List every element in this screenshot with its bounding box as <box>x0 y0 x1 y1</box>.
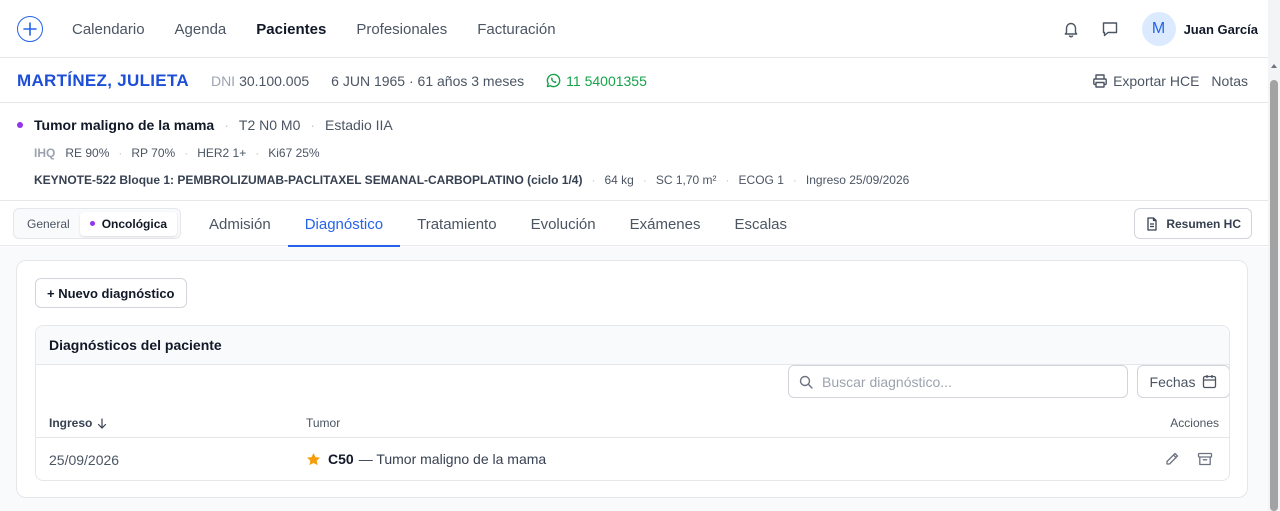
separator: · <box>118 146 123 160</box>
dni-label: DNI <box>210 72 236 89</box>
document-icon <box>1147 216 1157 231</box>
tab-tratamiento[interactable]: Tratamiento <box>400 202 513 246</box>
row-date: 25/09/2026 <box>49 452 120 468</box>
column-acciones: Acciones <box>1170 416 1219 430</box>
date-of-birth: 6 JUN 1965 · 61 años 3 meses <box>331 72 525 89</box>
separator: · <box>792 173 797 187</box>
tabs: Admisión Diagnóstico Tratamiento Evoluci… <box>192 202 805 247</box>
tumor-name: Tumor maligno de la mama <box>34 117 215 133</box>
nav-right: M Juan García <box>1061 0 1258 58</box>
notes-button[interactable]: Notas <box>1211 73 1248 89</box>
dni-value: 30.100.005 <box>239 72 310 89</box>
separator: · <box>224 117 229 133</box>
export-hce-button[interactable]: Exportar HCE <box>1092 73 1199 89</box>
nav-link-facturacion[interactable]: Facturación <box>477 21 555 38</box>
separator: · <box>255 146 260 160</box>
top-navigation: Calendario Agenda Pacientes Profesionale… <box>0 0 1268 58</box>
archive-icon[interactable] <box>1197 451 1213 467</box>
plus-circle-icon[interactable] <box>17 16 43 42</box>
view-segment: General Oncológica <box>13 208 182 239</box>
bell-icon[interactable] <box>1061 19 1081 39</box>
row-tumor-description: — Tumor maligno de la mama <box>358 451 547 467</box>
tab-examenes[interactable]: Exámenes <box>613 202 718 246</box>
row-tumor-code: C50 <box>328 451 354 467</box>
chat-icon[interactable] <box>1100 19 1120 39</box>
search-input[interactable] <box>822 373 1102 390</box>
separator: · <box>591 173 596 187</box>
weight: 64 kg <box>604 173 634 187</box>
body-surface: SC 1,70 m² <box>655 173 717 187</box>
oncology-dot <box>89 221 95 226</box>
pencil-icon[interactable] <box>1164 451 1180 467</box>
table-row[interactable]: 25/09/2026 C50 — Tumor maligno de la mam… <box>36 439 1229 480</box>
tab-admision[interactable]: Admisión <box>192 202 288 246</box>
ihq-ki67: Ki67 25% <box>268 146 320 160</box>
new-diagnosis-button[interactable]: + Nuevo diagnóstico <box>35 278 187 308</box>
ecog: ECOG 1 <box>738 173 784 187</box>
tab-escalas[interactable]: Escalas <box>718 202 805 246</box>
table-header: Ingreso Tumor Acciones <box>36 411 1229 438</box>
nav-link-calendario[interactable]: Calendario <box>72 21 145 38</box>
separator: · <box>184 146 189 160</box>
column-ingreso[interactable]: Ingreso <box>49 416 107 430</box>
tab-diagnostico[interactable]: Diagnóstico <box>287 202 401 247</box>
star-icon[interactable] <box>306 452 321 467</box>
row-actions <box>1147 451 1213 467</box>
segment-oncologica-label: Oncológica <box>101 216 168 231</box>
user-name[interactable]: Juan García <box>1184 22 1258 37</box>
nav-link-agenda[interactable]: Agenda <box>175 21 227 38</box>
calendar-icon <box>1203 375 1217 389</box>
column-tumor: Tumor <box>306 416 341 430</box>
admission-date: Ingreso 25/09/2026 <box>805 173 910 187</box>
page-scrollbar[interactable] <box>1268 0 1280 511</box>
separator: · <box>725 173 730 187</box>
dates-filter-button[interactable]: Fechas <box>1137 365 1229 398</box>
phone-number: 11 54001355 <box>566 72 647 89</box>
patient-header: MARTÍNEZ, JULIETA DNI 30.100.005 6 JUN 1… <box>0 59 1268 103</box>
nav-link-pacientes[interactable]: Pacientes <box>256 21 326 38</box>
ihq-line: IHQ RE 90% · RP 70% · HER2 1+ · Ki67 25% <box>34 146 320 160</box>
segment-oncologica[interactable]: Oncológica <box>79 211 178 236</box>
separator: · <box>642 173 647 187</box>
resumen-hc-button[interactable]: Resumen HC <box>1134 208 1252 239</box>
stage: Estadio IIA <box>325 117 393 133</box>
arrow-down-icon <box>98 417 107 429</box>
ihq-her2: HER2 1+ <box>197 146 247 160</box>
tab-evolucion[interactable]: Evolución <box>514 202 613 246</box>
whatsapp-icon <box>546 73 561 88</box>
whatsapp-phone[interactable]: 11 54001355 <box>546 73 647 89</box>
column-ingreso-label: Ingreso <box>49 416 93 430</box>
diagnosis-summary: Tumor maligno de la mama · T2 N0 M0 · Es… <box>0 104 1268 201</box>
patient-name: MARTÍNEZ, JULIETA <box>17 70 189 90</box>
nav-link-profesionales[interactable]: Profesionales <box>356 21 447 38</box>
scroll-up-arrow-icon[interactable] <box>1271 64 1277 68</box>
search-box[interactable] <box>788 365 1128 398</box>
summary-tumor-line: Tumor maligno de la mama · T2 N0 M0 · Es… <box>17 117 393 133</box>
printer-icon <box>1093 74 1107 88</box>
row-tumor: C50 — Tumor maligno de la mama <box>306 451 546 467</box>
ihq-label: IHQ <box>34 146 56 160</box>
ihq-rp: RP 70% <box>131 146 176 160</box>
panel-title: Diagnósticos del paciente <box>36 326 1229 365</box>
oncology-dot <box>17 122 23 128</box>
dates-label: Fechas <box>1149 373 1196 390</box>
diagnoses-panel: Diagnósticos del paciente Fechas Ingreso… <box>35 325 1230 481</box>
tabs-row: General Oncológica Admisión Diagnóstico … <box>0 202 1268 247</box>
segment-general[interactable]: General <box>17 212 80 236</box>
patient-actions: Exportar HCE Notas <box>1092 59 1248 103</box>
protocol: KEYNOTE-522 Bloque 1: PEMBROLIZUMAB-PACL… <box>34 173 583 187</box>
separator: · <box>310 117 316 133</box>
avatar[interactable]: M <box>1141 12 1176 46</box>
tnm: T2 N0 M0 <box>238 117 301 133</box>
nav-links: Calendario Agenda Pacientes Profesionale… <box>72 0 586 58</box>
search-icon <box>799 375 813 389</box>
ihq-re: RE 90% <box>65 146 110 160</box>
protocol-line: KEYNOTE-522 Bloque 1: PEMBROLIZUMAB-PACL… <box>34 173 909 187</box>
scroll-thumb[interactable] <box>1270 80 1278 511</box>
export-hce-label: Exportar HCE <box>1113 73 1200 89</box>
resumen-hc-label: Resumen HC <box>1166 216 1241 231</box>
